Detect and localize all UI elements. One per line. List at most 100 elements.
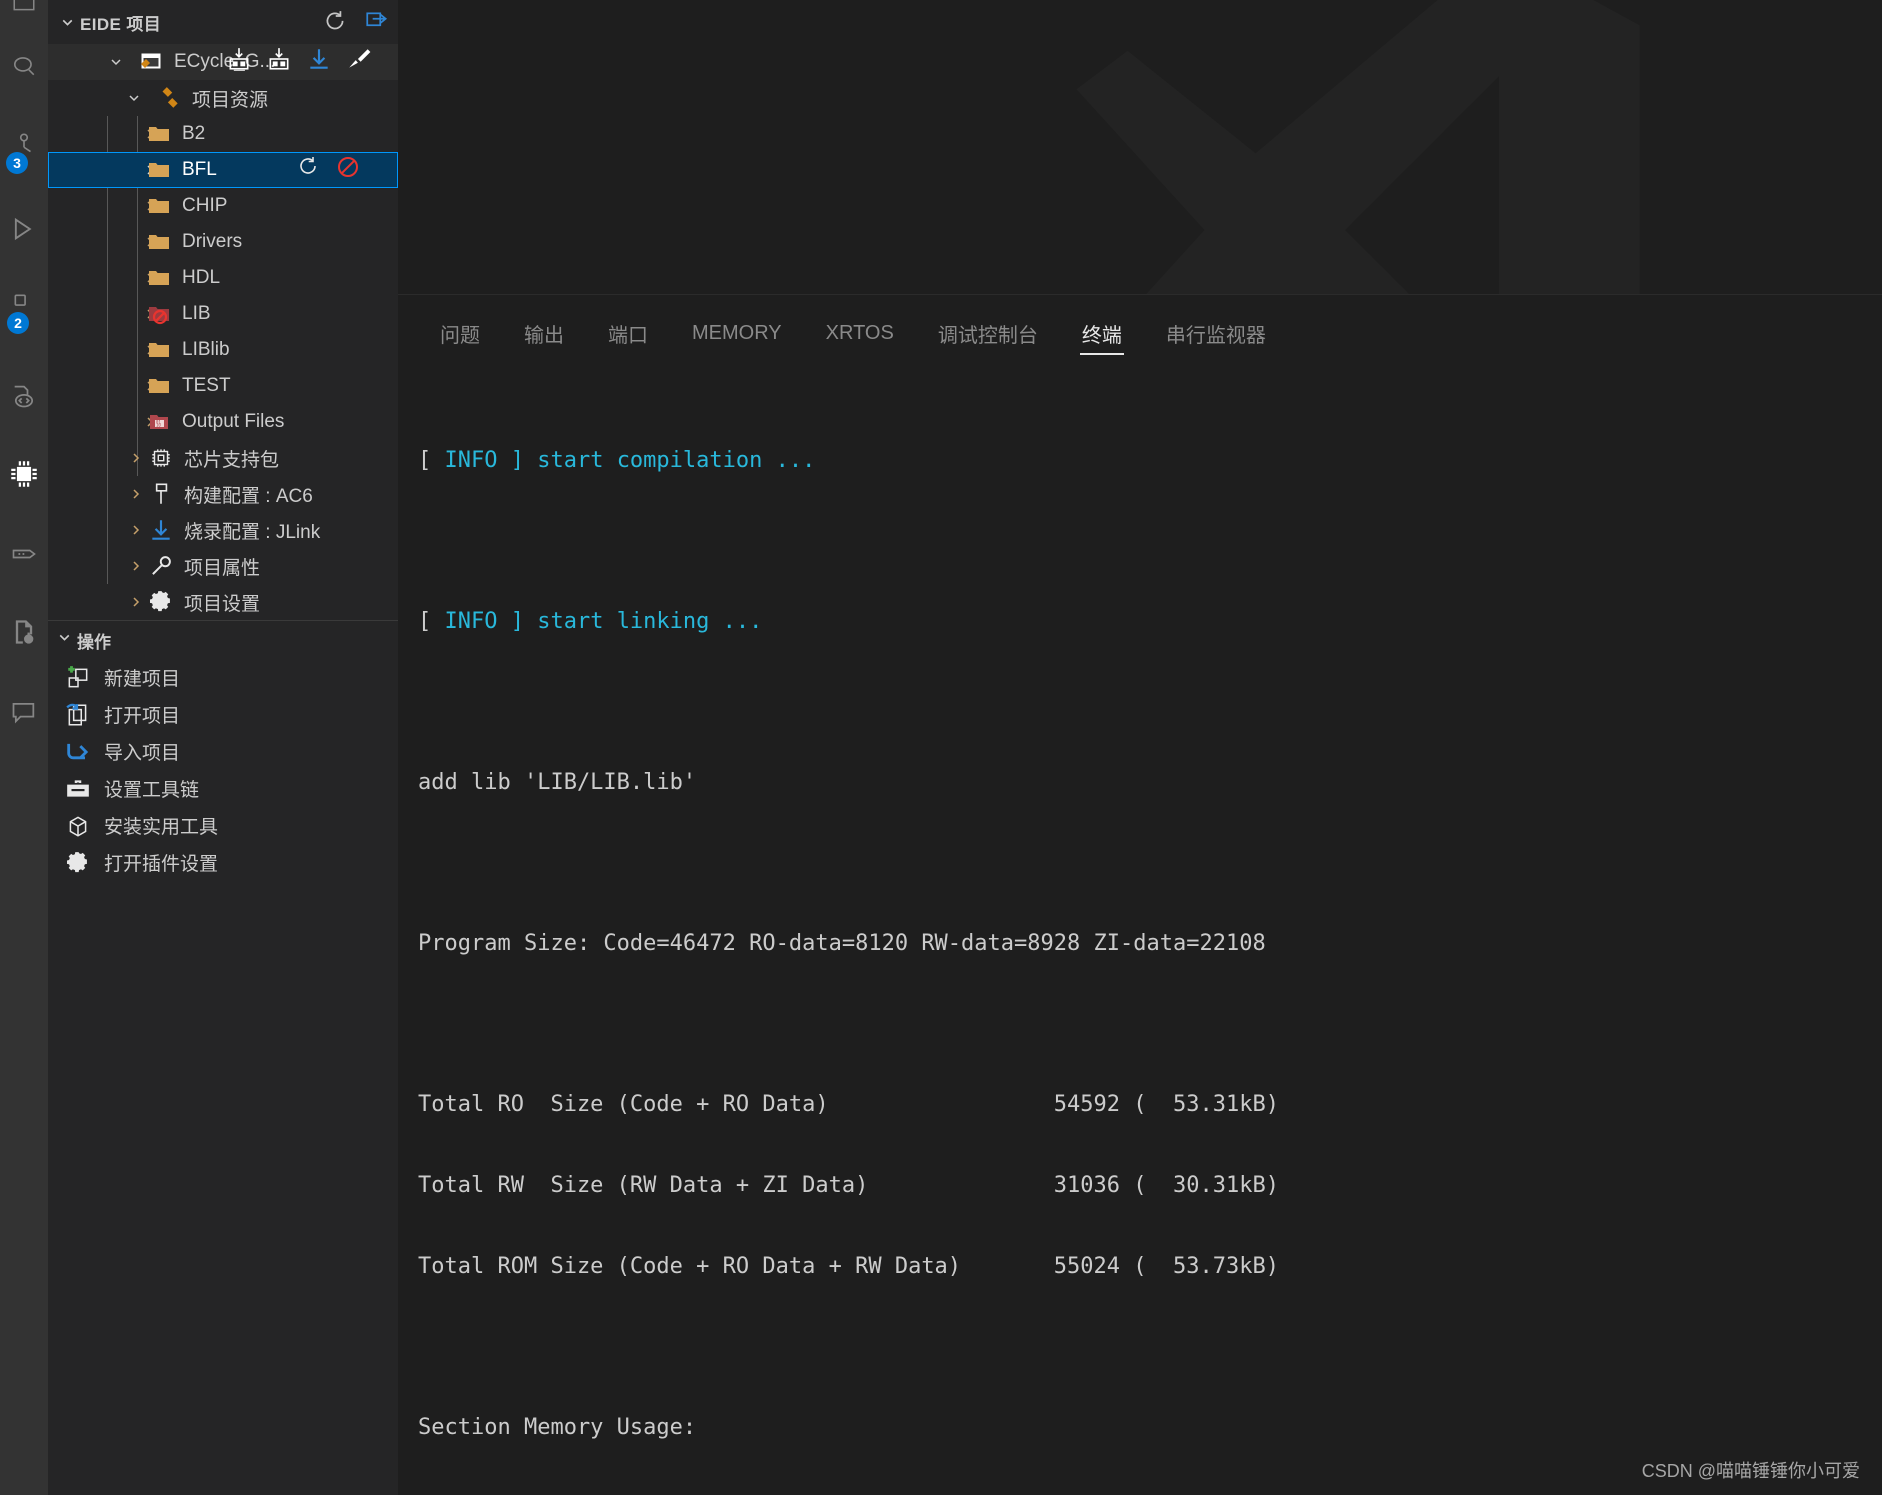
chip-icon bbox=[146, 445, 176, 471]
tree-item-chip[interactable]: CHIP bbox=[48, 188, 398, 224]
terminal-line: add lib 'LIB/LIB.lib' bbox=[418, 770, 697, 795]
eide-sidebar: EIDE 项目 ECycle_G... 项目资源 B2 BFL CHIP Dri… bbox=[48, 0, 398, 1495]
operations-header[interactable]: 操作 bbox=[48, 621, 398, 659]
chevron-down-icon[interactable] bbox=[104, 54, 128, 70]
toolchain-icon bbox=[62, 776, 94, 802]
extensions-badge: 2 bbox=[7, 312, 29, 334]
operation-import-project[interactable]: 导入项目 bbox=[48, 733, 398, 770]
operation-set-toolchain[interactable]: 设置工具链 bbox=[48, 770, 398, 807]
operation-label: 设置工具链 bbox=[104, 780, 200, 801]
activity-item-cpp-config[interactable] bbox=[0, 608, 48, 656]
tab-ports[interactable]: 端口 bbox=[586, 305, 670, 361]
tab-problems[interactable]: 问题 bbox=[418, 305, 502, 361]
activity-item-search[interactable] bbox=[0, 42, 48, 90]
activity-item-eide[interactable] bbox=[0, 450, 48, 498]
chevron-down-icon[interactable] bbox=[56, 11, 78, 33]
open-workspace-icon[interactable] bbox=[362, 7, 392, 37]
chevron-right-icon[interactable] bbox=[124, 450, 148, 466]
terminal-line: Total RW Size (RW Data + ZI Data) 31036 … bbox=[418, 1173, 1279, 1198]
activity-item-serial-monitor[interactable] bbox=[0, 530, 48, 578]
open-project-icon bbox=[62, 702, 94, 728]
operation-install-tools[interactable]: 安装实用工具 bbox=[48, 807, 398, 844]
exclude-icon[interactable] bbox=[336, 155, 360, 185]
tree-item-drivers[interactable]: Drivers bbox=[48, 224, 398, 260]
tree-item-flash-config[interactable]: 烧录配置 : JLink bbox=[48, 512, 398, 548]
folder-excluded-icon bbox=[144, 302, 174, 326]
activity-item-source-control[interactable]: 3 bbox=[0, 120, 48, 174]
editor-area: 显示所有命令 Ctrl + Shift + P 转到文件 Ctrl + P bbox=[398, 0, 1882, 1495]
tree-item-label: 项目设置 bbox=[184, 593, 261, 615]
tree-item-label: 芯片支持包 bbox=[184, 449, 280, 471]
chevron-right-icon[interactable] bbox=[124, 594, 148, 610]
folder-icon bbox=[144, 266, 174, 290]
build-icon[interactable] bbox=[226, 46, 252, 78]
operation-label: 安装实用工具 bbox=[104, 817, 219, 838]
hammer-icon bbox=[146, 481, 176, 507]
operation-new-project[interactable]: 新建项目 bbox=[48, 659, 398, 696]
folder-icon bbox=[144, 122, 174, 146]
tree-item-chip-support-package[interactable]: 芯片支持包 bbox=[48, 440, 398, 476]
activity-item-remote-explorer[interactable] bbox=[0, 372, 48, 420]
project-row[interactable]: ECycle_G... bbox=[48, 44, 398, 80]
operation-plugin-settings[interactable]: 打开插件设置 bbox=[48, 844, 398, 881]
tree-item-liblib[interactable]: LIBlib bbox=[48, 332, 398, 368]
wrench-icon bbox=[146, 553, 176, 579]
folder-icon bbox=[144, 338, 174, 362]
eide-chip-icon bbox=[7, 457, 41, 491]
chevron-right-icon[interactable] bbox=[124, 522, 148, 538]
tree-item-bfl[interactable]: BFL bbox=[48, 152, 398, 188]
output-files-icon: 01 10 bbox=[144, 410, 174, 434]
flash-icon[interactable] bbox=[306, 46, 332, 78]
cpp-config-icon bbox=[10, 618, 38, 646]
resource-tree: B2 BFL CHIP Drivers HDL LIB LIBlib TEST … bbox=[48, 116, 398, 620]
clean-icon[interactable] bbox=[346, 46, 372, 78]
terminal-output[interactable]: [ INFO ] start compilation ... [ INFO ] … bbox=[398, 371, 1882, 1495]
chevron-right-icon[interactable] bbox=[124, 558, 148, 574]
tree-item-test[interactable]: TEST bbox=[48, 368, 398, 404]
operation-open-project[interactable]: 打开项目 bbox=[48, 696, 398, 733]
pane-header[interactable]: EIDE 项目 bbox=[48, 0, 398, 44]
csdn-watermark: CSDN @喵喵锤锤你小可爱 bbox=[1641, 1461, 1860, 1481]
source-control-badge: 3 bbox=[6, 152, 28, 174]
tab-serial-monitor[interactable]: 串行监视器 bbox=[1144, 305, 1288, 361]
plugin-settings-icon bbox=[62, 850, 94, 876]
tree-item-lib[interactable]: LIB bbox=[48, 296, 398, 332]
activity-item-explorer[interactable] bbox=[0, 0, 48, 26]
operation-label: 新建项目 bbox=[104, 669, 181, 690]
tree-item-build-config[interactable]: 构建配置 : AC6 bbox=[48, 476, 398, 512]
tab-memory[interactable]: MEMORY bbox=[670, 305, 804, 361]
new-project-icon bbox=[62, 665, 94, 691]
tab-output[interactable]: 输出 bbox=[502, 305, 586, 361]
bracket-open: [ bbox=[418, 609, 445, 634]
tree-item-project-settings[interactable]: 项目设置 bbox=[48, 584, 398, 620]
import-project-icon bbox=[62, 738, 94, 766]
activity-bar: 3 2 bbox=[0, 0, 48, 1495]
activity-item-extensions[interactable]: 2 bbox=[0, 280, 48, 334]
tree-item-label: LIBlib bbox=[182, 339, 230, 360]
tree-item-b2[interactable]: B2 bbox=[48, 116, 398, 152]
bottom-panel: 问题 输出 端口 MEMORY XRTOS 调试控制台 终端 串行监视器 [ I… bbox=[398, 294, 1882, 1495]
terminal-line-text: ] start compilation ... bbox=[497, 448, 816, 473]
rebuild-icon[interactable] bbox=[266, 46, 292, 78]
tree-item-hdl[interactable]: HDL bbox=[48, 260, 398, 296]
refresh-icon[interactable] bbox=[296, 155, 320, 185]
operation-label: 导入项目 bbox=[104, 743, 181, 764]
folder-icon bbox=[144, 374, 174, 398]
chevron-right-icon[interactable] bbox=[124, 486, 148, 502]
tree-item-output-files[interactable]: 01 10 Output Files bbox=[48, 404, 398, 440]
panel-tab-bar: 问题 输出 端口 MEMORY XRTOS 调试控制台 终端 串行监视器 bbox=[398, 295, 1882, 371]
chevron-down-icon[interactable] bbox=[122, 90, 146, 106]
tree-item-project-properties[interactable]: 项目属性 bbox=[48, 548, 398, 584]
tab-terminal[interactable]: 终端 bbox=[1060, 305, 1144, 361]
tab-xrtos[interactable]: XRTOS bbox=[804, 305, 916, 361]
search-icon bbox=[11, 53, 37, 79]
tree-item-label: 项目属性 bbox=[184, 557, 261, 579]
tab-debug-console[interactable]: 调试控制台 bbox=[916, 305, 1060, 361]
remote-explorer-icon bbox=[10, 382, 38, 410]
activity-item-chat[interactable] bbox=[0, 688, 48, 736]
refresh-icon[interactable] bbox=[320, 7, 350, 37]
activity-item-run-debug[interactable] bbox=[0, 205, 48, 253]
project-resources-row[interactable]: 项目资源 bbox=[48, 80, 398, 116]
chevron-down-icon[interactable] bbox=[56, 629, 73, 651]
tree-item-label: Output Files bbox=[182, 411, 285, 432]
